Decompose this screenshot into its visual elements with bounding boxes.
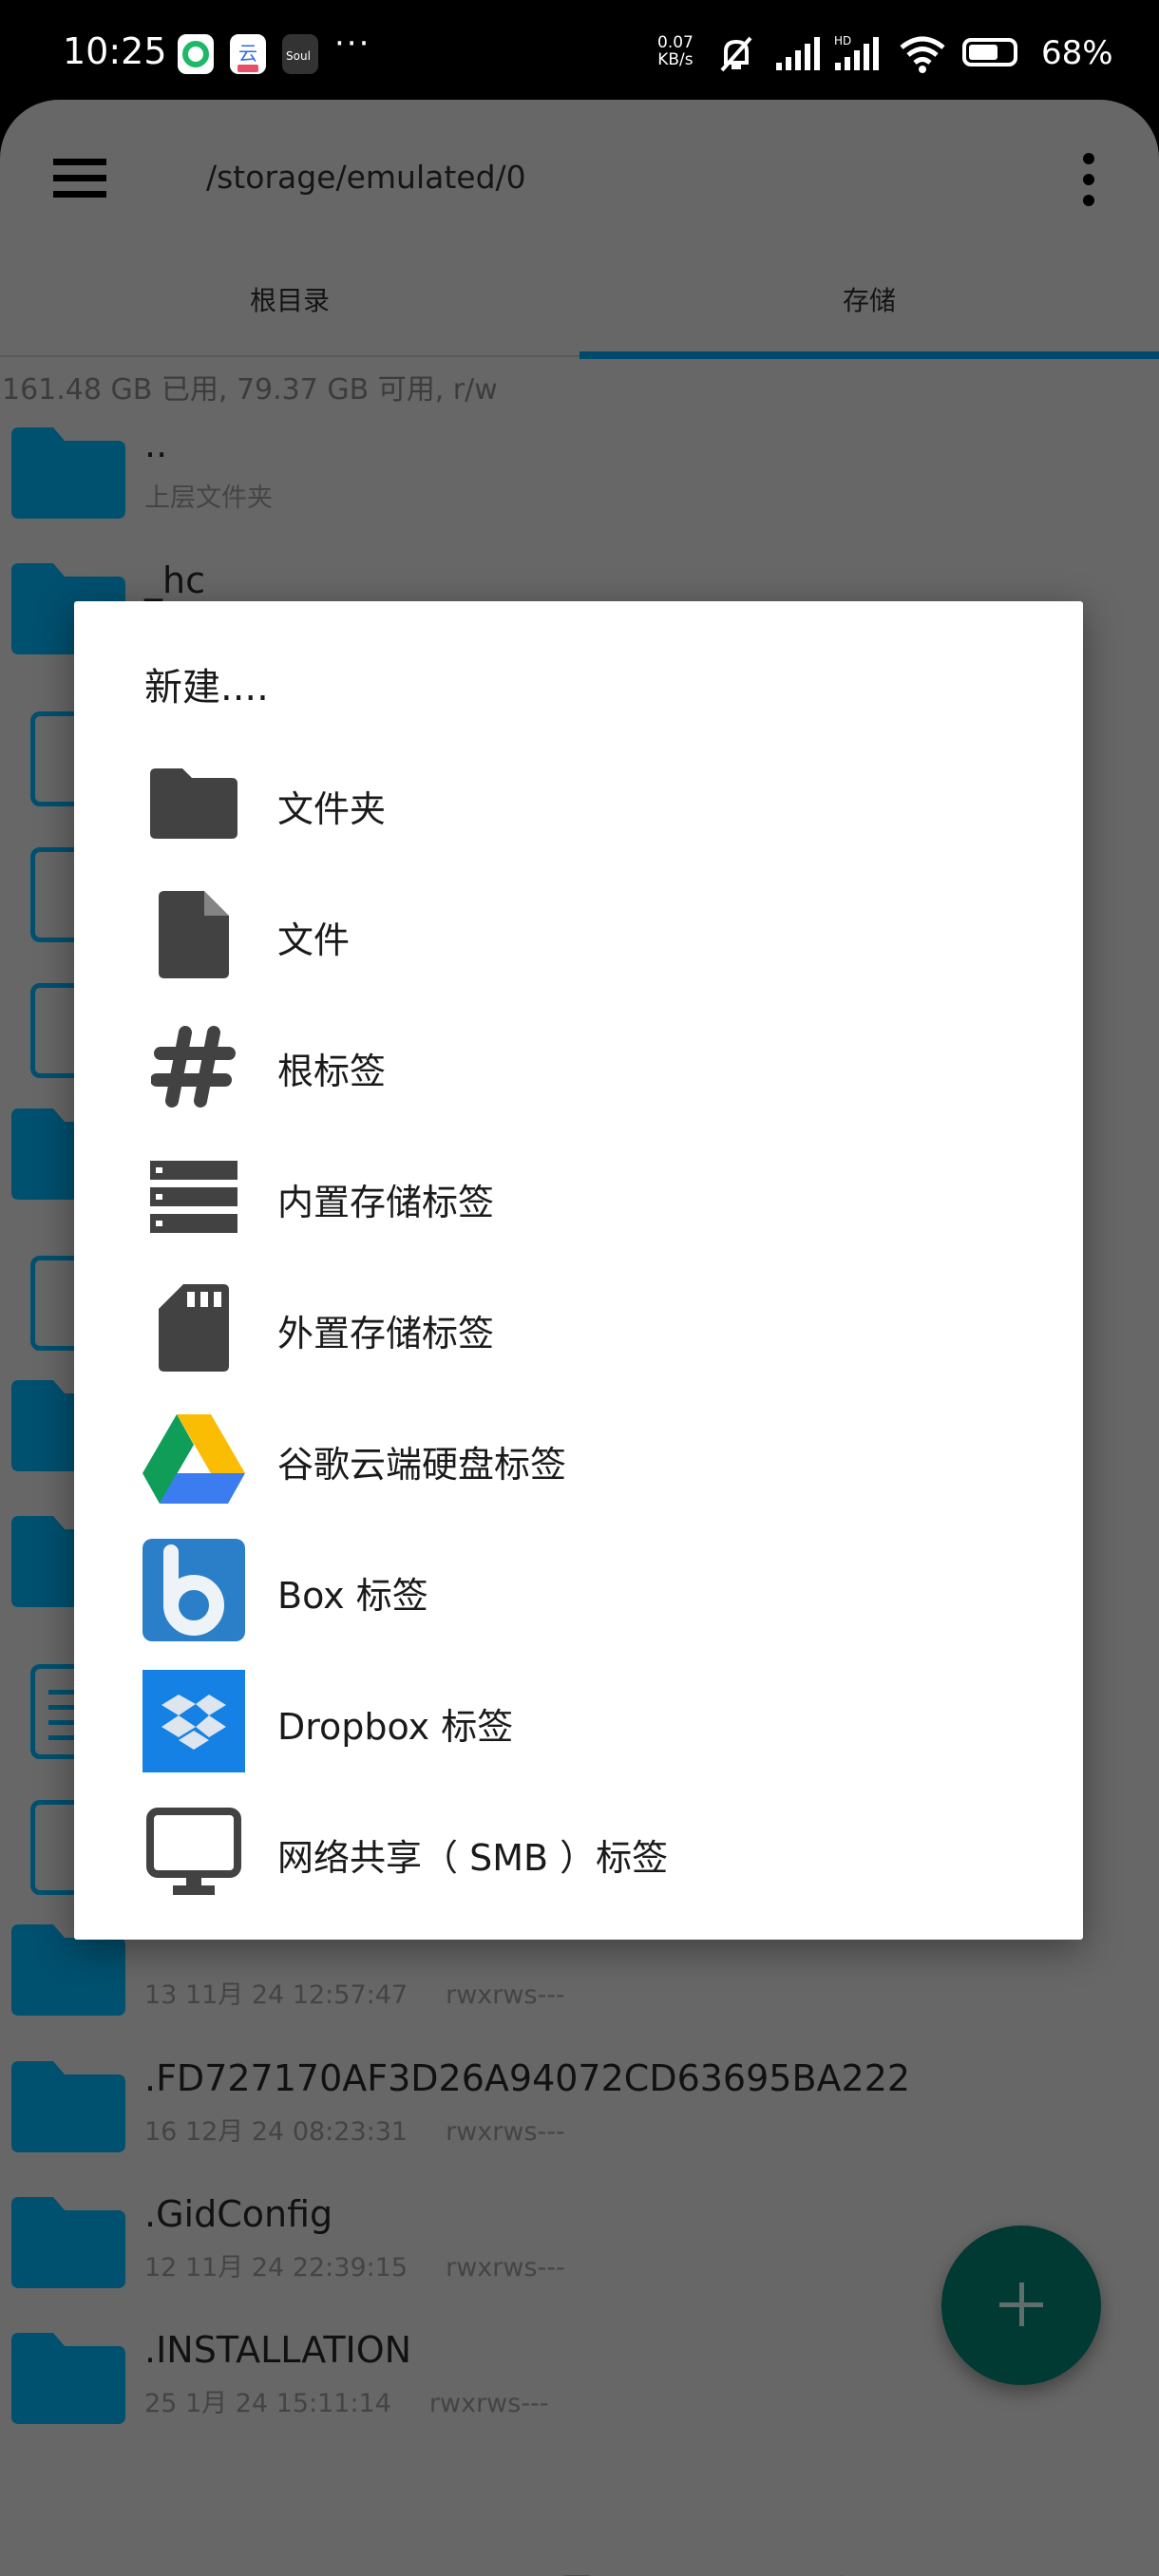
file-permissions: rwxrws--- (428, 2389, 549, 2419)
mute-icon (720, 36, 752, 72)
svg-text:Soul: Soul (286, 49, 311, 63)
dialog-item-monitor[interactable]: 网络共享（ SMB ）标签 (74, 1787, 1083, 1918)
wifi-icon (900, 36, 945, 73)
battery-icon (962, 38, 1017, 66)
clock: 10:25 (63, 30, 167, 72)
box-icon (142, 1539, 245, 1641)
dialog-item-label: Box 标签 (277, 1575, 428, 1617)
tab-indicator (580, 351, 1159, 359)
home-icon[interactable] (556, 2571, 599, 2576)
folder-icon (11, 427, 125, 519)
dialog-item-folder[interactable]: 文件夹 (74, 738, 1083, 869)
file-name: .. (144, 424, 168, 465)
file-name: _hc (144, 559, 205, 602)
more-notifications-icon: ··· (334, 25, 371, 63)
file-subtitle: 上层文件夹 (144, 483, 273, 513)
net-speed: 0.07 KB/s (657, 33, 694, 69)
file-row[interactable]: 13 11月 24 12:57:47 rwxrws--- (0, 1924, 1159, 2060)
file-row[interactable]: .. 上层文件夹 (0, 424, 1159, 563)
file-meta: 12 11月 24 22:39:15 rwxrws--- (144, 2246, 565, 2283)
more-options-icon[interactable] (1083, 153, 1096, 216)
folder-icon (11, 2333, 125, 2425)
svg-text:HD: HD (834, 34, 851, 47)
recent-apps-icon[interactable] (304, 2571, 348, 2576)
menu-icon[interactable] (53, 159, 106, 198)
battery-percent: 68% (1041, 34, 1113, 72)
dialog-item-internal-storage[interactable]: 内置存储标签 (74, 1131, 1083, 1262)
file-meta: 16 12月 24 08:23:31 rwxrws--- (144, 2111, 565, 2148)
dropbox-icon (142, 1670, 245, 1772)
dialog-item-label: 谷歌云端硬盘标签 (277, 1444, 567, 1486)
notification-app-icon (178, 34, 214, 74)
storage-info: 161.48 GB 已用, 79.37 GB 可用, r/w (2, 373, 498, 407)
dialog-item-dropbox[interactable]: Dropbox 标签 (74, 1656, 1083, 1787)
file-date: 13 11月 24 12:57:47 (144, 1980, 408, 2011)
file-name: .GidConfig (144, 2192, 333, 2235)
file-permissions: rwxrws--- (446, 2252, 565, 2282)
file-row[interactable]: .FD727170AF3D26A94072CD63695BA222 16 12月 … (0, 2057, 1159, 2197)
file-permissions: rwxrws--- (446, 2116, 565, 2147)
file-date: 16 12月 24 08:23:31 (144, 2116, 408, 2147)
dialog-item-sd-card[interactable]: 外置存储标签 (74, 1262, 1083, 1393)
dialog-title: 新建.... (144, 666, 269, 710)
dialog-item-label: 文件夹 (277, 788, 387, 830)
new-item-dialog: 新建.... 文件夹文件根标签内置存储标签 外置存储标签谷歌云端硬盘标签 Box 标… (74, 601, 1083, 1940)
dialog-item-label: 内置存储标签 (277, 1182, 495, 1223)
back-icon[interactable] (815, 2571, 853, 2576)
current-path: /storage/emulated/0 (206, 159, 526, 196)
file-name: .INSTALLATION (144, 2329, 412, 2372)
file-icon (142, 883, 245, 986)
google-drive-icon (142, 1408, 245, 1510)
dialog-item-box[interactable]: Box 标签 (74, 1525, 1083, 1656)
dialog-item-hash[interactable]: 根标签 (74, 1000, 1083, 1131)
sd-card-icon (142, 1277, 245, 1379)
file-date: 12 11月 24 22:39:15 (144, 2252, 408, 2282)
folder-icon (142, 752, 245, 855)
dialog-item-label: 文件 (277, 919, 351, 961)
dialog-item-label: 网络共享（ SMB ）标签 (277, 1837, 669, 1879)
dialog-item-file[interactable]: 文件 (74, 869, 1083, 1000)
tab-root[interactable]: 根目录 (0, 280, 580, 318)
signal-hd-icon: HD (834, 34, 879, 70)
dialog-item-label: 外置存储标签 (277, 1313, 495, 1354)
folder-icon (11, 2196, 125, 2288)
dialog-item-google-drive[interactable]: 谷歌云端硬盘标签 (74, 1393, 1083, 1525)
file-meta: 25 1月 24 15:11:14 rwxrws--- (144, 2382, 549, 2419)
notification-app-icon: 云 (230, 34, 266, 74)
hash-icon (142, 1014, 245, 1117)
file-date: 25 1月 24 15:11:14 (144, 2389, 391, 2419)
monitor-icon (142, 1801, 245, 1904)
internal-storage-icon (142, 1146, 245, 1248)
soul-app-icon: Soul (282, 34, 318, 74)
add-fab-button[interactable] (941, 2226, 1101, 2385)
folder-icon (11, 2060, 125, 2152)
signal-icon (776, 37, 820, 70)
svg-text:云: 云 (238, 42, 257, 65)
dialog-item-label: 根标签 (277, 1051, 387, 1092)
tab-storage[interactable]: 存储 (580, 280, 1159, 318)
file-permissions: rwxrws--- (446, 1980, 565, 2011)
dialog-item-label: Dropbox 标签 (277, 1706, 514, 1748)
status-bar: 10:25 云 Soul ··· 0.07 KB/s HD 68% (0, 0, 1159, 100)
file-name: .FD727170AF3D26A94072CD63695BA222 (144, 2056, 911, 2099)
file-meta: 13 11月 24 12:57:47 rwxrws--- (144, 1974, 565, 2011)
